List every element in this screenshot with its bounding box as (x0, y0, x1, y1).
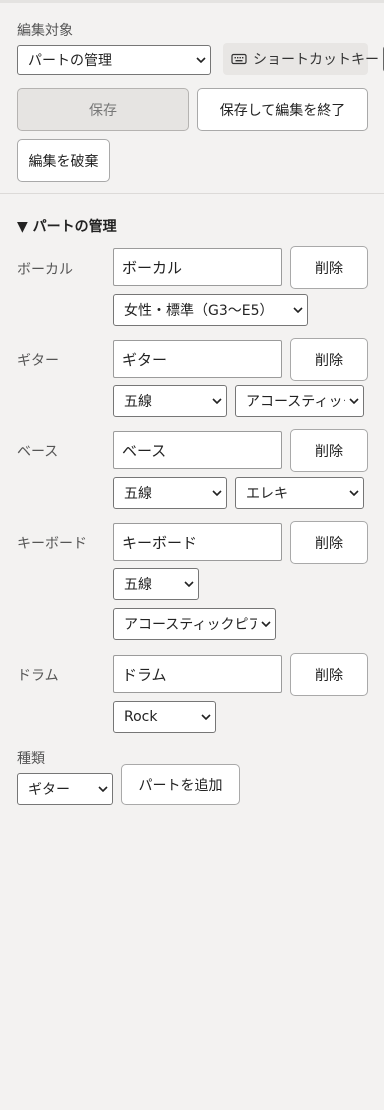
part-name-input-guitar[interactable]: ギター (113, 340, 282, 378)
guitar-notation-select[interactable]: 五線 (113, 385, 227, 417)
chevron-down-icon (94, 774, 112, 804)
section-divider (0, 193, 384, 194)
edit-target-value: パートの管理 (28, 53, 112, 69)
delete-bass-button[interactable]: 削除 (290, 429, 368, 472)
bass-type-value: エレキ (246, 486, 288, 502)
part-name-input-vocal[interactable]: ボーカル (113, 248, 282, 286)
chevron-down-icon (180, 569, 198, 599)
part-label-drums: ドラム (17, 668, 59, 684)
edit-target-select[interactable]: パートの管理 (17, 45, 211, 75)
vocal-range-select[interactable]: 女性・標準（G3〜E5） (113, 294, 308, 326)
discard-button[interactable]: 編集を破棄 (17, 139, 110, 182)
guitar-type-select[interactable]: アコースティック (235, 385, 364, 417)
chevron-down-icon (192, 46, 210, 74)
bass-type-select[interactable]: エレキ (235, 477, 364, 509)
part-label-vocal: ボーカル (17, 262, 73, 278)
part-type-label: 種類 (17, 751, 45, 767)
add-part-button[interactable]: パートを追加 (121, 764, 240, 805)
chevron-down-icon (208, 478, 226, 508)
delete-vocal-button[interactable]: 削除 (290, 246, 368, 289)
chevron-down-icon (197, 702, 215, 732)
part-name-input-drums[interactable]: ドラム (113, 655, 282, 693)
keyboard-notation-select[interactable]: 五線 (113, 568, 199, 600)
edit-target-label: 編集対象 (17, 23, 73, 39)
shortcut-keys-label: ショートカットキー (253, 52, 379, 68)
part-label-bass: ベース (17, 444, 59, 460)
keyboard-icon (231, 53, 247, 65)
part-name-input-bass[interactable]: ベース (113, 431, 282, 469)
bass-notation-select[interactable]: 五線 (113, 477, 227, 509)
drums-style-select[interactable]: Rock (113, 701, 216, 733)
part-name-input-keyboard[interactable]: キーボード (113, 523, 282, 561)
guitar-type-value: アコースティック (246, 394, 345, 410)
guitar-notation-value: 五線 (124, 394, 152, 410)
chevron-down-icon (289, 295, 307, 325)
save-button[interactable]: 保存 (17, 88, 189, 131)
save-and-finish-button[interactable]: 保存して編集を終了 (197, 88, 368, 131)
chevron-down-icon (345, 478, 363, 508)
keyboard-type-value: アコースティックピアノ (124, 617, 257, 633)
shortcut-keys-button[interactable]: ショートカットキー ? (223, 43, 384, 75)
keyboard-notation-value: 五線 (124, 577, 152, 593)
part-label-guitar: ギター (17, 353, 59, 369)
top-border (0, 0, 384, 3)
keyboard-type-select[interactable]: アコースティックピアノ (113, 608, 276, 640)
part-type-select[interactable]: ギター (17, 773, 113, 805)
bass-notation-value: 五線 (124, 486, 152, 502)
chevron-down-icon (345, 386, 363, 416)
delete-guitar-button[interactable]: 削除 (290, 338, 368, 381)
drums-style-value: Rock (124, 709, 158, 725)
chevron-down-icon (208, 386, 226, 416)
chevron-down-icon (257, 609, 275, 639)
delete-drums-button[interactable]: 削除 (290, 653, 368, 696)
vocal-range-value: 女性・標準（G3〜E5） (124, 303, 274, 319)
part-label-keyboard: キーボード (17, 536, 87, 552)
parts-section-title[interactable]: ▼ パートの管理 (17, 216, 117, 236)
delete-keyboard-button[interactable]: 削除 (290, 521, 368, 564)
part-type-value: ギター (28, 782, 70, 798)
